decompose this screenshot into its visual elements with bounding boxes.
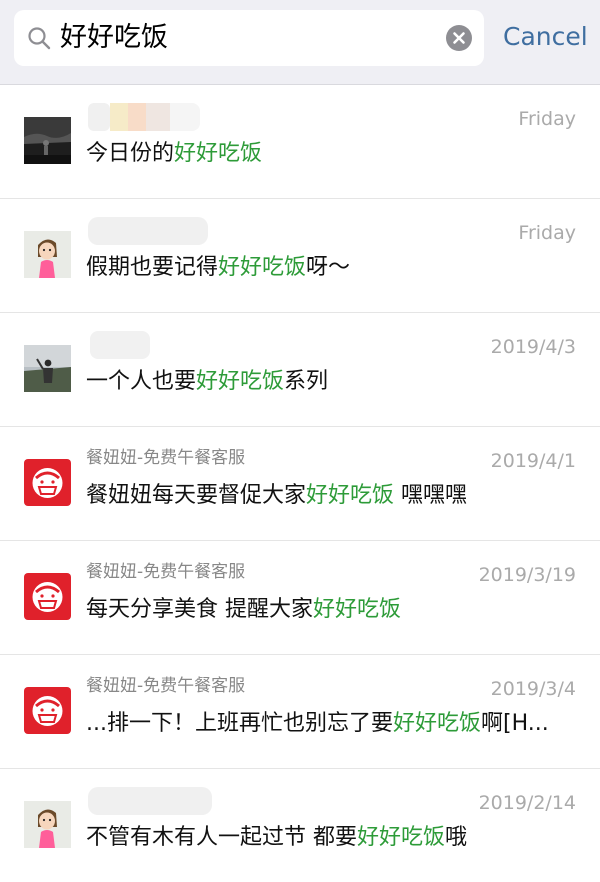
result-date: 2019/3/4 [490, 678, 576, 700]
avatar-red-logo [24, 459, 71, 506]
result-message: 一个人也要好好吃饭系列 [86, 369, 329, 394]
highlight-match: 好好吃饭 [218, 255, 307, 280]
result-name: 餐妞妞-免费午餐客服 [86, 448, 246, 468]
result-date: 2019/4/3 [490, 336, 576, 358]
avatar-person-photo [24, 345, 71, 392]
name-redacted [84, 103, 214, 131]
name-redacted [84, 331, 214, 359]
result-row[interactable]: Friday 今日份的好好吃饭 [0, 85, 600, 199]
result-date: 2019/3/19 [478, 564, 576, 586]
result-row[interactable]: 餐妞妞-免费午餐客服 2019/3/19 每天分享美食 提醒大家好好吃饭 [0, 541, 600, 655]
result-row[interactable]: 餐妞妞-免费午餐客服 2019/3/4 ...排一下！上班再忙也别忘了要好好吃饭… [0, 655, 600, 769]
highlight-match: 好好吃饭 [313, 597, 402, 622]
result-row[interactable]: Friday 假期也要记得好好吃饭呀～ [0, 199, 600, 313]
result-date: Friday [518, 108, 576, 130]
name-redacted [84, 217, 214, 245]
highlight-match: 好好吃饭 [392, 711, 481, 736]
result-date: Friday [518, 222, 576, 244]
highlight-match: 好好吃饭 [174, 141, 263, 166]
result-date: 2019/4/1 [490, 450, 576, 472]
avatar-red-logo [24, 573, 71, 620]
avatar-girl-cartoon [24, 801, 71, 848]
result-name: 餐妞妞-免费午餐客服 [86, 562, 246, 582]
search-results-list: Friday 今日份的好好吃饭 Friday 假期也要记得好好吃饭呀～ 2019… [0, 85, 600, 882]
highlight-match: 好好吃饭 [357, 825, 446, 850]
highlight-match: 好好吃饭 [196, 369, 285, 394]
result-message: 假期也要记得好好吃饭呀～ [86, 255, 351, 280]
result-name: 餐妞妞-免费午餐客服 [86, 676, 246, 696]
cancel-button[interactable]: Cancel [503, 20, 588, 54]
result-date: 2019/2/14 [478, 792, 576, 814]
result-row[interactable]: 餐妞妞-免费午餐客服 2019/4/1 餐妞妞每天要督促大家好好吃饭 嘿嘿嘿 [0, 427, 600, 541]
result-message: ...排一下！上班再忙也别忘了要好好吃饭啊[H... [86, 711, 549, 736]
result-message: 今日份的好好吃饭 [86, 141, 263, 166]
avatar-girl-cartoon [24, 231, 71, 278]
avatar-dark-photo [24, 117, 71, 164]
search-header: 好好吃饭 Cancel [0, 0, 600, 85]
result-message: 餐妞妞每天要督促大家好好吃饭 嘿嘿嘿 [86, 483, 468, 508]
search-input[interactable]: 好好吃饭 [14, 10, 484, 66]
result-message: 不管有木有人一起过节 都要好好吃饭哦 [86, 825, 468, 850]
search-icon [28, 27, 51, 50]
clear-search-icon[interactable] [446, 25, 472, 51]
name-redacted [84, 787, 214, 815]
highlight-match: 好好吃饭 [306, 483, 395, 508]
avatar-red-logo [24, 687, 71, 734]
result-row[interactable]: 2019/4/3 一个人也要好好吃饭系列 [0, 313, 600, 427]
result-message: 每天分享美食 提醒大家好好吃饭 [86, 597, 402, 622]
search-query[interactable]: 好好吃饭 [60, 21, 168, 55]
result-row[interactable]: 2019/2/14 不管有木有人一起过节 都要好好吃饭哦 [0, 769, 600, 882]
